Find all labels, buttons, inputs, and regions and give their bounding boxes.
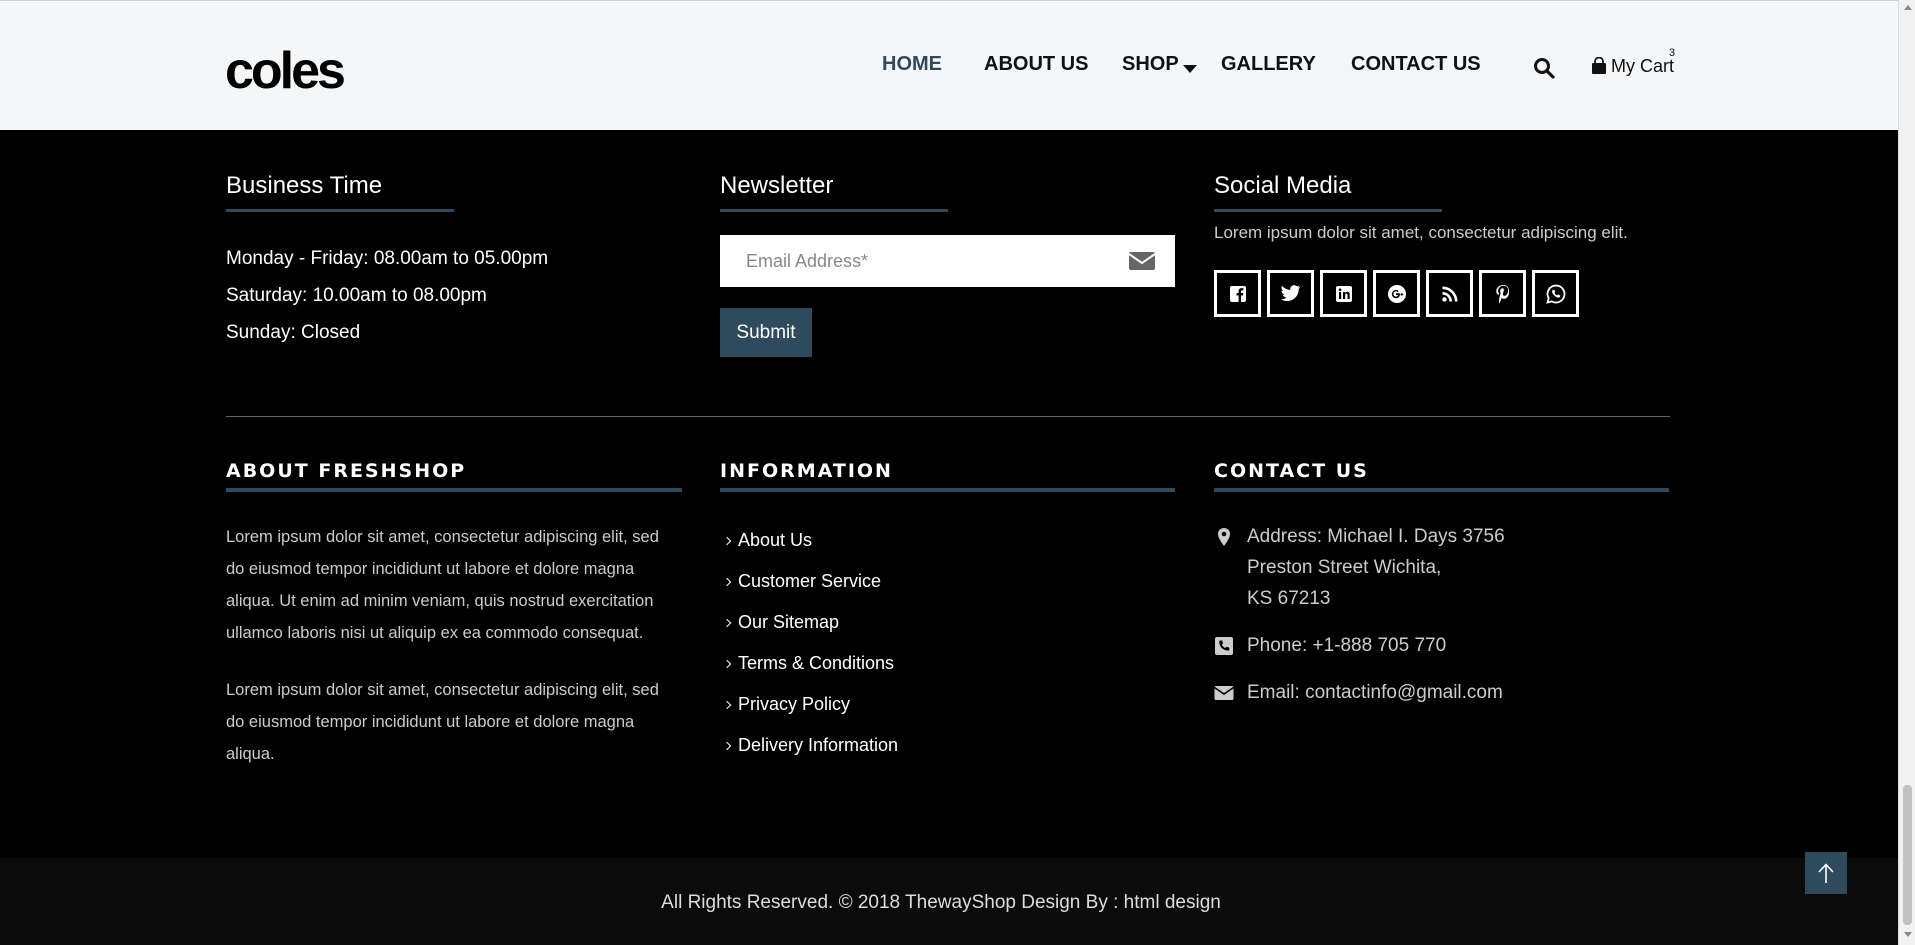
submit-button[interactable]: Submit (720, 308, 812, 357)
cart-count-badge: 3 (1669, 47, 1676, 59)
email-input[interactable] (720, 235, 1110, 287)
link-delivery-information[interactable]: Delivery Information (722, 735, 899, 756)
footer-divider (226, 416, 1670, 417)
nav-contact-us[interactable]: CONTACT US (1351, 53, 1481, 76)
about-paragraph: Lorem ipsum dolor sit amet, consectetur … (226, 528, 659, 642)
hours-line: Saturday: 10.00am to 08.00pm (226, 285, 487, 306)
link-label: Customer Service (738, 571, 882, 591)
business-hours: Monday - Friday: 08.00am to 05.00pm Satu… (226, 240, 548, 351)
arrow-up-icon (1818, 863, 1834, 883)
rss-icon[interactable] (1426, 270, 1473, 317)
nav-shop[interactable]: SHOP (1122, 53, 1179, 76)
social-description: Lorem ipsum dolor sit amet, consectetur … (1214, 223, 1628, 242)
hours-line: Monday - Friday: 08.00am to 05.00pm (226, 248, 549, 269)
title-underline (226, 209, 454, 212)
contact-address: Address: Michael I. Days 3756 Preston St… (1247, 521, 1505, 614)
twitter-icon[interactable] (1267, 270, 1314, 317)
pinterest-icon[interactable] (1479, 270, 1526, 317)
link-label: Delivery Information (738, 735, 899, 755)
caret-down-icon[interactable] (1183, 65, 1197, 73)
chevron-right-icon (722, 700, 732, 710)
newsletter-form (720, 235, 1175, 287)
nav-gallery[interactable]: GALLERY (1221, 53, 1316, 76)
link-our-sitemap[interactable]: Our Sitemap (722, 612, 840, 633)
cart-button[interactable]: My Cart (1591, 56, 1674, 77)
back-to-top-button[interactable] (1805, 852, 1847, 894)
map-marker-icon (1218, 528, 1230, 546)
section-underline (1214, 488, 1669, 492)
site-header: coles HOME ABOUT US SHOP GALLERY CONTACT… (0, 0, 1898, 130)
shopping-bag-icon (1592, 57, 1606, 74)
contact-phone: Phone: +1-888 705 770 (1247, 635, 1447, 656)
envelope-icon (1214, 686, 1234, 700)
chevron-right-icon (722, 741, 732, 751)
hours-line: Sunday: Closed (226, 322, 361, 343)
envelope-icon[interactable] (1128, 250, 1156, 272)
chevron-right-icon (722, 659, 732, 669)
link-privacy-policy[interactable]: Privacy Policy (722, 694, 851, 715)
logo[interactable]: coles (225, 45, 346, 97)
scroll-up-arrow[interactable] (1904, 5, 1912, 10)
google-plus-icon[interactable] (1373, 270, 1420, 317)
link-label: Our Sitemap (738, 612, 840, 632)
social-media-title: Social Media (1214, 172, 1352, 199)
chevron-right-icon (722, 618, 732, 628)
newsletter-title: Newsletter (720, 172, 834, 199)
linkedin-icon[interactable] (1320, 270, 1367, 317)
contact-email[interactable]: Email: contactinfo@gmail.com (1247, 677, 1503, 708)
section-underline (226, 488, 682, 492)
link-label: Privacy Policy (738, 694, 851, 714)
link-customer-service[interactable]: Customer Service (722, 571, 882, 592)
link-about-us[interactable]: About Us (722, 530, 813, 551)
section-underline (720, 488, 1175, 492)
cart-label: My Cart (1611, 56, 1674, 76)
address-line: Preston Street Wichita, (1247, 557, 1442, 578)
nav-about-us[interactable]: ABOUT US (984, 53, 1088, 76)
copyright-text: All Rights Reserved. © 2018 ThewayShop D… (661, 892, 1221, 913)
business-time-title: Business Time (226, 172, 383, 199)
link-label: Terms & Conditions (738, 653, 895, 673)
scroll-down-arrow[interactable] (1904, 932, 1912, 937)
chevron-right-icon (722, 536, 732, 546)
contact-title: CONTACT US (1214, 460, 1369, 482)
search-icon[interactable] (1532, 56, 1556, 80)
link-terms-conditions[interactable]: Terms & Conditions (722, 653, 895, 674)
address-line: Address: Michael I. Days 3756 (1247, 526, 1505, 547)
about-paragraph: Lorem ipsum dolor sit amet, consectetur … (226, 681, 659, 763)
page-scrollbar[interactable] (1898, 0, 1915, 945)
link-label: About Us (738, 530, 813, 550)
scroll-thumb[interactable] (1903, 785, 1912, 925)
whatsapp-icon[interactable] (1532, 270, 1579, 317)
title-underline (720, 209, 948, 212)
information-title: INFORMATION (720, 460, 893, 482)
title-underline (1214, 209, 1442, 212)
address-line: KS 67213 (1247, 588, 1331, 609)
chevron-right-icon (722, 577, 732, 587)
phone-square-icon (1215, 637, 1233, 655)
nav-home[interactable]: HOME (882, 53, 942, 76)
about-title: ABOUT FRESHSHOP (226, 460, 467, 482)
facebook-icon[interactable] (1214, 270, 1261, 317)
